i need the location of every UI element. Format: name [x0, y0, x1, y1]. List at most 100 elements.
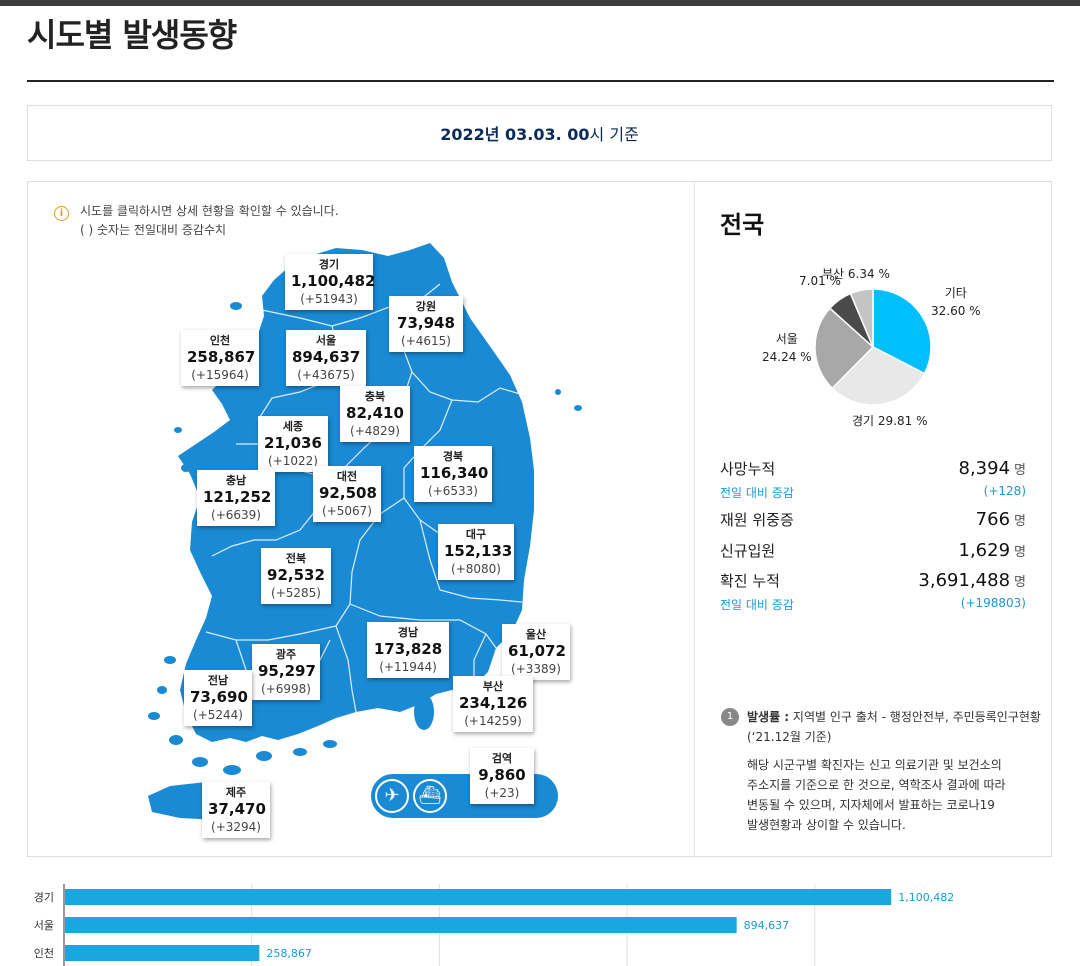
ship-icon[interactable]: ⛴	[413, 779, 447, 813]
pie-label-seoul: 서울 24.24 %	[762, 330, 812, 366]
stat-diff-label: 전일 대비 증감	[720, 598, 794, 612]
region-count: 116,340	[420, 464, 489, 482]
region-label-chungbuk[interactable]: 충북 82,410 (+4829)	[340, 386, 410, 442]
region-count: 73,948	[397, 314, 455, 332]
national-title: 전국	[720, 211, 765, 239]
pie-label-value: 6.34 %	[847, 267, 890, 281]
stat-unit: 명	[1014, 463, 1026, 478]
region-count: 95,297	[258, 662, 316, 680]
pie-label-name: 서울	[775, 332, 798, 346]
bar	[65, 889, 892, 905]
stat-label: 확진 누적	[720, 572, 780, 590]
region-count: 894,637	[292, 348, 361, 366]
region-count: 1,100,482	[291, 272, 376, 290]
stat-unit: 명	[1014, 514, 1026, 529]
island	[164, 656, 176, 664]
region-diff: (+8080)	[451, 562, 501, 576]
region-diff: (+5244)	[193, 708, 243, 722]
region-label-jeju[interactable]: 제주 37,470 (+3294)	[202, 782, 270, 838]
footnote-line: 지역별 인구 출처 - 행정안전부, 주민등록인구현황	[789, 710, 1041, 724]
region-name: 대구	[465, 528, 487, 541]
bar-category-label: 경기	[34, 891, 54, 904]
region-count: 121,252	[203, 488, 272, 506]
island	[148, 712, 160, 720]
airplane-icon[interactable]: ✈	[375, 779, 409, 813]
pie-label-name: 경기	[852, 414, 875, 428]
footnote-line: 해당 시군구별 확진자는 신고 의료기관 및 보건소의	[747, 758, 1002, 772]
region-label-sejong[interactable]: 세종 21,036 (+1022)	[258, 416, 328, 472]
island	[267, 292, 277, 300]
region-label-gyeonggi[interactable]: 경기 1,100,482 (+51943)	[285, 254, 376, 310]
stat-diff-value: (+198803)	[960, 596, 1026, 610]
stat-label: 사망누적	[720, 460, 776, 478]
island	[157, 686, 167, 694]
region-label-gyeongbuk[interactable]: 경북 116,340 (+6533)	[414, 446, 492, 502]
pie-label-other: 기타 32.60 %	[931, 284, 981, 320]
region-name: 제주	[225, 786, 247, 799]
region-count: 92,508	[319, 484, 377, 502]
footnote-title: 발생률 :	[747, 710, 790, 724]
region-name: 인천	[209, 334, 231, 347]
region-count: 37,470	[208, 800, 266, 818]
bar-category-label: 서울	[34, 919, 54, 932]
region-diff: (+51943)	[300, 292, 358, 306]
stat-confirmed: 확진 누적 3,691,488 명	[720, 570, 1026, 594]
bar-value-label: 258,867	[266, 947, 312, 960]
footnote-line: 주소지를 기준으로 한 것으로, 역학조사 결과에 따라	[747, 778, 1006, 792]
region-diff: (+5067)	[322, 504, 372, 518]
region-label-daegu[interactable]: 대구 152,133 (+8080)	[438, 524, 514, 580]
island	[293, 748, 307, 756]
stat-confirmed-diff: 전일 대비 증감 (+198803)	[720, 596, 1026, 614]
region-bar-chart: 경기 1,100,482 서울 894,637 인천 258,867	[34, 884, 954, 966]
stat-deaths-diff: 전일 대비 증감 (+128)	[720, 484, 1026, 502]
region-name: 충남	[225, 474, 247, 487]
region-label-chungnam[interactable]: 충남 121,252 (+6639)	[197, 470, 275, 526]
footnote-line: (‘21.12월 기준)	[747, 730, 832, 744]
footnote: 1 발생률 : 지역별 인구 출처 - 행정안전부, 주민등록인구현황 (‘21…	[721, 707, 1051, 835]
bar	[65, 945, 260, 961]
region-name: 서울	[315, 334, 337, 347]
pie-label-gyeonggi: 경기 29.81 %	[852, 412, 928, 430]
stat-deaths: 사망누적 8,394 명	[720, 458, 1026, 482]
region-label-jeonbuk[interactable]: 전북 92,532 (+5285)	[261, 548, 331, 604]
pie-label-name: 부산	[822, 267, 845, 281]
region-diff: (+3389)	[511, 662, 561, 676]
region-name: 경기	[318, 258, 340, 271]
region-name: 세종	[282, 420, 304, 433]
stat-admission: 신규입원 1,629 명	[720, 540, 1026, 564]
stat-label: 신규입원	[720, 542, 776, 560]
region-label-quarantine[interactable]: 검역 9,860 (+23)	[470, 748, 534, 804]
region-diff: (+4829)	[350, 424, 400, 438]
region-name: 경북	[442, 450, 464, 463]
stat-unit: 명	[1014, 545, 1026, 560]
island	[181, 464, 191, 472]
region-label-gwangju[interactable]: 광주 95,297 (+6998)	[252, 644, 320, 700]
pie-label-value: 24.24 %	[762, 350, 812, 364]
pie-label-value: 29.81 %	[877, 414, 928, 428]
region-count: 152,133	[444, 542, 513, 560]
region-diff: (+23)	[484, 786, 520, 800]
pie-label-busan: 부산 6.34 %	[822, 265, 890, 283]
island	[230, 302, 242, 310]
region-label-gyeongnam[interactable]: 경남 173,828 (+11944)	[367, 622, 449, 678]
region-label-ulsan[interactable]: 울산 61,072 (+3389)	[502, 624, 570, 680]
region-label-daejeon[interactable]: 대전 92,508 (+5067)	[313, 466, 381, 522]
island	[174, 427, 182, 433]
region-label-gangwon[interactable]: 강원 73,948 (+4615)	[389, 296, 463, 352]
region-name: 경남	[397, 626, 419, 639]
region-name: 충북	[364, 390, 386, 403]
region-count: 61,072	[508, 642, 566, 660]
stat-diff-value: (+128)	[983, 484, 1026, 498]
region-name: 광주	[275, 648, 297, 661]
stat-value: 3,691,488	[918, 570, 1011, 591]
region-label-jeonnam[interactable]: 전남 73,690 (+5244)	[184, 670, 252, 726]
region-label-busan[interactable]: 부산 234,126 (+14259)	[453, 676, 533, 732]
region-diff: (+4615)	[401, 334, 451, 348]
region-count: 21,036	[264, 434, 322, 452]
region-name: 대전	[336, 470, 358, 483]
bar-value-label: 894,637	[744, 919, 790, 932]
pie-label-name: 기타	[944, 286, 967, 300]
region-label-seoul[interactable]: 서울 894,637 (+43675)	[286, 330, 366, 386]
region-count: 258,867	[187, 348, 256, 366]
region-label-incheon[interactable]: 인천 258,867 (+15964)	[181, 330, 259, 386]
